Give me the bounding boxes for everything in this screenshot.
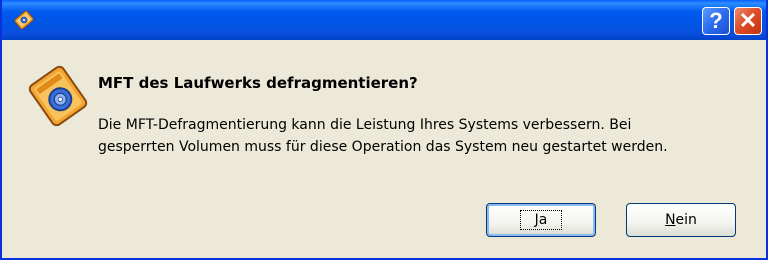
close-button[interactable]: ✕ bbox=[734, 7, 762, 35]
help-button[interactable]: ? bbox=[702, 7, 730, 35]
yes-button[interactable]: Ja bbox=[486, 203, 596, 237]
close-icon: ✕ bbox=[738, 8, 758, 33]
dialog-window: ? ✕ MFT des Laufwerks defragmentieren? D… bbox=[0, 0, 768, 260]
yes-label-rest: a bbox=[538, 212, 548, 228]
yes-button-label: Ja bbox=[519, 210, 563, 230]
dialog-heading: MFT des Laufwerks defragmentieren? bbox=[98, 74, 418, 92]
defrag-icon bbox=[14, 10, 34, 30]
help-icon: ? bbox=[709, 8, 723, 33]
message-line-2: gesperrten Volumen muss für diese Operat… bbox=[98, 139, 668, 155]
message-line-1: Die MFT-Defragmentierung kann die Leistu… bbox=[98, 117, 632, 133]
disk-defrag-icon bbox=[28, 65, 88, 127]
no-accelerator: N bbox=[665, 212, 676, 228]
dialog-message: Die MFT-Defragmentierung kann die Leistu… bbox=[98, 114, 738, 158]
no-label-rest: ein bbox=[675, 212, 697, 228]
no-button[interactable]: Nein bbox=[626, 203, 736, 237]
no-button-label: Nein bbox=[665, 212, 697, 228]
title-bar[interactable]: ? ✕ bbox=[2, 0, 766, 40]
